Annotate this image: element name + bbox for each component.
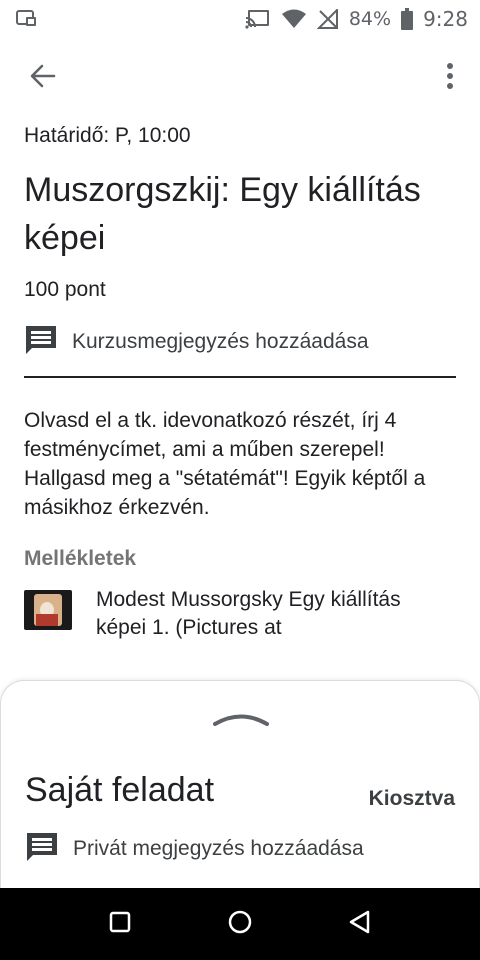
your-work-title: Saját feladat (25, 771, 215, 809)
status-time: 9:28 (423, 7, 468, 31)
add-class-comment-button[interactable]: Kurzusmegjegyzés hozzáadása (24, 322, 369, 362)
back-triangle-icon (348, 910, 372, 939)
attachments-header: Mellékletek (24, 547, 137, 570)
home-circle-icon (227, 909, 253, 940)
home-button[interactable] (220, 906, 260, 942)
add-private-comment-button[interactable]: Privát megjegyzés hozzáadása (25, 829, 364, 869)
recents-square-icon (109, 911, 131, 938)
more-vert-icon (446, 62, 454, 95)
private-comment-label: Privát megjegyzés hozzáadása (73, 837, 364, 860)
attachment-thumbnail (24, 590, 72, 630)
attachment-item[interactable]: Modest Mussorgsky Egy kiállítás képei 1.… (24, 586, 456, 642)
assignment-title: Muszorgszkij: Egy kiállítás képei (24, 171, 421, 257)
your-work-sheet: Saját feladat Kiosztva Privát megjegyzés… (0, 680, 480, 890)
wifi-icon (281, 9, 307, 29)
chevron-up-icon (213, 711, 269, 731)
points: 100 pont (24, 278, 106, 301)
assigned-status: Kiosztva (368, 787, 455, 810)
attachment-title: Modest Mussorgsky Egy kiállítás képei 1.… (96, 588, 401, 639)
back-button[interactable] (22, 62, 62, 94)
status-bar: 84% 9:28 (0, 0, 480, 38)
comment-icon (24, 324, 58, 361)
cast-icon (245, 9, 271, 29)
recents-button[interactable] (100, 906, 140, 942)
class-comment-label: Kurzusmegjegyzés hozzáadása (72, 330, 369, 353)
system-back-button[interactable] (340, 906, 380, 942)
comment-icon (25, 831, 59, 868)
no-signal-icon (316, 9, 339, 29)
assignment-description: Olvasd el a tk. idevonatkozó részét, írj… (24, 409, 426, 519)
screenshot-icon (16, 9, 38, 29)
battery-percent: 84% (348, 8, 392, 30)
battery-icon (401, 8, 414, 30)
navigation-bar (0, 888, 480, 960)
due-date: Határidő: P, 10:00 (24, 124, 191, 147)
app-bar (0, 48, 480, 108)
more-options-button[interactable] (438, 62, 462, 94)
divider (24, 376, 456, 378)
back-arrow-icon (28, 62, 56, 95)
expand-sheet-handle[interactable] (211, 711, 271, 731)
